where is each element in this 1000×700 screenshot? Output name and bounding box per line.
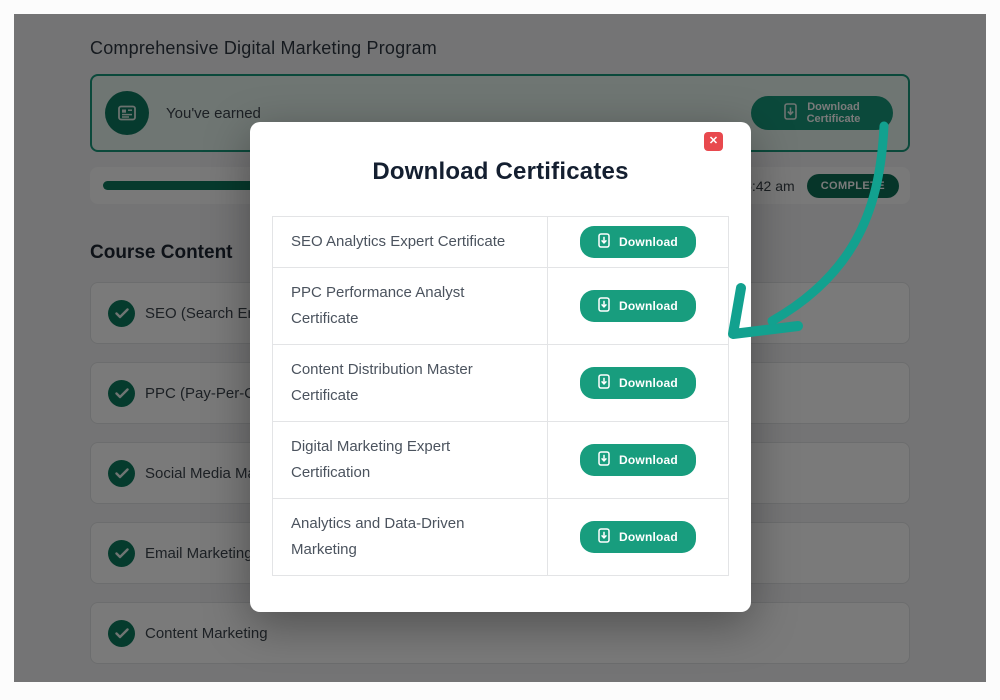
certificate-name: Content Distribution Master Certificate	[273, 345, 548, 421]
table-row: Digital Marketing Expert Certification D…	[273, 421, 728, 498]
table-row: SEO Analytics Expert Certificate Downloa…	[273, 217, 728, 267]
certificate-action-cell: Download	[548, 217, 728, 267]
download-certificates-modal: ✕ Download Certificates SEO Analytics Ex…	[250, 122, 751, 612]
download-file-icon	[598, 233, 610, 251]
certificate-action-cell: Download	[548, 499, 728, 575]
close-icon[interactable]: ✕	[704, 132, 723, 151]
download-file-icon	[598, 297, 610, 315]
certificate-name: Digital Marketing Expert Certification	[273, 422, 548, 498]
screen: Comprehensive Digital Marketing Program …	[0, 0, 1000, 700]
download-button[interactable]: Download	[580, 521, 696, 553]
table-row: PPC Performance Analyst Certificate Down…	[273, 267, 728, 344]
download-file-icon	[598, 451, 610, 469]
download-button[interactable]: Download	[580, 444, 696, 476]
table-row: Content Distribution Master Certificate …	[273, 344, 728, 421]
download-file-icon	[598, 374, 610, 392]
certificate-action-cell: Download	[548, 268, 728, 344]
certificate-name: SEO Analytics Expert Certificate	[273, 217, 548, 267]
download-button[interactable]: Download	[580, 367, 696, 399]
download-button-label: Download	[619, 453, 678, 467]
modal-title: Download Certificates	[272, 158, 729, 186]
download-button-label: Download	[619, 376, 678, 390]
certificates-table: SEO Analytics Expert Certificate Downloa…	[272, 216, 729, 576]
download-button[interactable]: Download	[580, 226, 696, 258]
download-file-icon	[598, 528, 610, 546]
certificate-name: Analytics and Data-Driven Marketing	[273, 499, 548, 575]
certificate-action-cell: Download	[548, 345, 728, 421]
download-button-label: Download	[619, 235, 678, 249]
download-button-label: Download	[619, 299, 678, 313]
certificate-action-cell: Download	[548, 422, 728, 498]
download-button-label: Download	[619, 530, 678, 544]
download-button[interactable]: Download	[580, 290, 696, 322]
table-row: Analytics and Data-Driven Marketing Down…	[273, 498, 728, 575]
certificate-name: PPC Performance Analyst Certificate	[273, 268, 548, 344]
